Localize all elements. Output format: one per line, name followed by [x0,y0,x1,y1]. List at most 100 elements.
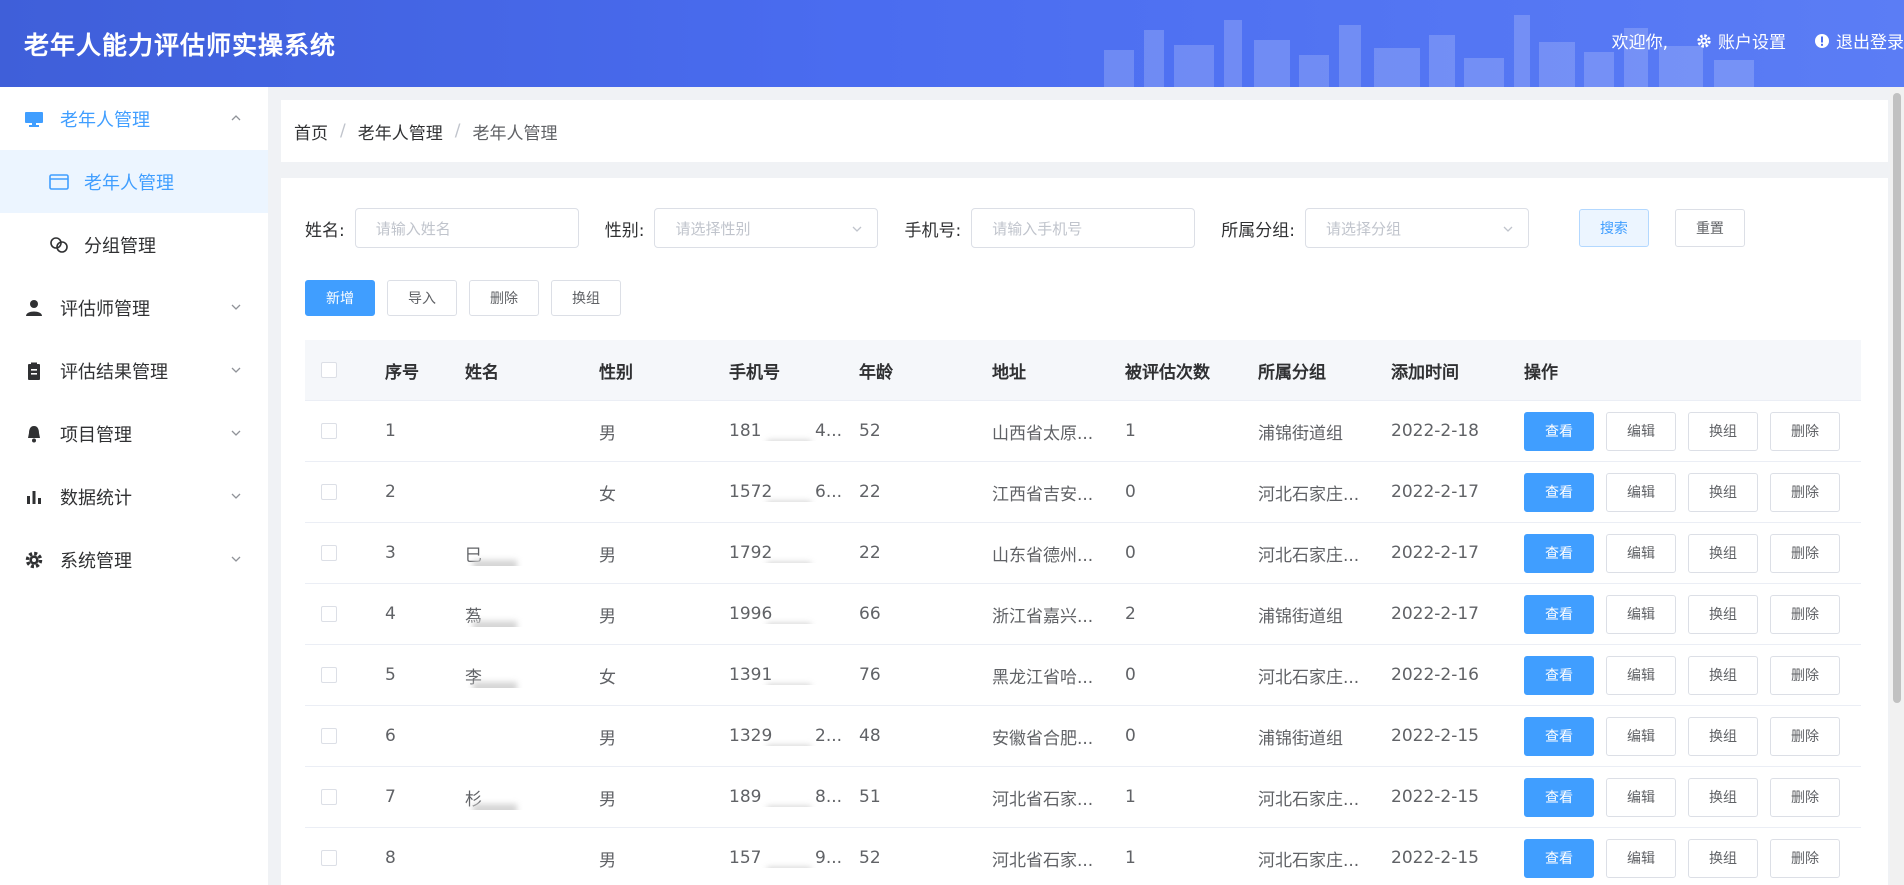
select-all-checkbox[interactable] [321,362,337,378]
row-phone-visible: 157 [729,848,762,868]
name-input[interactable]: 请输入姓名 [354,208,579,248]
gender-filter-label: 性别: [604,220,645,241]
chevron-down-icon [231,493,241,499]
row-added-date: 2022-2-17 [1391,543,1479,563]
edit-button[interactable]: 编辑 [1606,716,1676,756]
row-phone-tail: 2... [815,726,843,746]
regroup-button[interactable]: 换组 [1688,838,1758,878]
row-checkbox[interactable] [321,606,337,622]
sidebar-subitem-group-management[interactable]: 分组管理 [0,213,268,276]
row-group: 浦锦街道组 [1258,606,1343,627]
chevron-down-icon [853,226,862,232]
edit-button[interactable]: 编辑 [1606,777,1676,817]
phone-input[interactable]: 请输入手机号 [971,208,1196,248]
import-button[interactable]: 导入 [387,280,457,316]
regroup-button[interactable]: 换组 [1688,411,1758,451]
row-assessment-count: 0 [1125,543,1136,563]
regroup-button[interactable]: 换组 [1688,533,1758,573]
bell-icon [24,424,44,444]
row-address: 黑龙江省哈... [992,667,1094,688]
view-button[interactable]: 查看 [1524,594,1594,634]
view-button[interactable]: 查看 [1524,411,1594,451]
regroup-button[interactable]: 换组 [1688,472,1758,512]
breadcrumb-item[interactable]: 老年人管理 [358,119,443,144]
row-added-date: 2022-2-16 [1391,665,1479,685]
delete-button[interactable]: 删除 [1770,716,1840,756]
row-gender: 女 [599,667,616,688]
search-button[interactable]: 搜索 [1578,209,1649,247]
delete-button[interactable]: 删除 [1770,777,1840,817]
delete-button[interactable]: 删除 [1770,838,1840,878]
regroup-button[interactable]: 换组 [1688,655,1758,695]
view-button[interactable]: 查看 [1524,472,1594,512]
scrollbar-thumb[interactable] [1893,93,1901,703]
add-button[interactable]: 新增 [305,280,375,316]
row-number: 1 [385,421,396,441]
edit-button[interactable]: 编辑 [1606,594,1676,634]
sidebar-subitem-elder-management[interactable]: 老年人管理 [0,150,268,213]
name-input-placeholder: 请输入姓名 [375,219,451,238]
row-phone-visible: 1391 [729,665,773,685]
sidebar-item-elder-management[interactable]: 老年人管理 [0,87,268,150]
reset-button[interactable]: 重置 [1674,209,1745,247]
row-checkbox[interactable] [321,484,337,500]
view-button[interactable]: 查看 [1524,777,1594,817]
logout-link[interactable]: 退出登录 [1814,28,1904,53]
redaction-blur [767,867,811,868]
view-button[interactable]: 查看 [1524,716,1594,756]
page-scrollbar[interactable] [1890,87,1904,885]
edit-button[interactable]: 编辑 [1606,533,1676,573]
sidebar-item-result-management[interactable]: 评估结果管理 [0,339,268,402]
row-age: 22 [859,543,881,563]
breadcrumb-home[interactable]: 首页 [294,119,328,144]
row-checkbox[interactable] [321,545,337,561]
row-select-cell [305,789,385,805]
account-settings-link[interactable]: 账户设置 [1696,28,1786,53]
sidebar-item-statistics[interactable]: 数据统计 [0,465,268,528]
edit-button[interactable]: 编辑 [1606,411,1676,451]
sidebar-item-system-management[interactable]: 系统管理 [0,528,268,591]
row-group: 河北石家庄... [1258,545,1360,566]
regroup-button[interactable]: 换组 [1688,777,1758,817]
view-button[interactable]: 查看 [1524,655,1594,695]
edit-button[interactable]: 编辑 [1606,655,1676,695]
row-checkbox[interactable] [321,789,337,805]
row-phone-tail: 6... [815,482,843,502]
row-checkbox[interactable] [321,423,337,439]
view-button[interactable]: 查看 [1524,838,1594,878]
row-gender: 男 [599,789,616,810]
bulk-delete-button[interactable]: 删除 [469,280,539,316]
bulk-regroup-button[interactable]: 换组 [551,280,621,316]
regroup-button[interactable]: 换组 [1688,716,1758,756]
delete-button[interactable]: 删除 [1770,533,1840,573]
row-phone-visible: 1329 [729,726,773,746]
row-select-cell [305,850,385,866]
column-header: 性别 [599,362,633,383]
view-button[interactable]: 查看 [1524,533,1594,573]
delete-button[interactable]: 删除 [1770,594,1840,634]
row-group: 浦锦街道组 [1258,423,1343,444]
row-operations: 查看 编辑 换组 删除 [1524,533,1854,573]
sidebar-item-assessor-management[interactable]: 评估师管理 [0,276,268,339]
account-settings-label: 账户设置 [1718,33,1786,53]
delete-button[interactable]: 删除 [1770,411,1840,451]
phone-filter-label: 手机号: [904,220,962,241]
row-assessment-count: 0 [1125,482,1136,502]
group-select[interactable]: 请选择分组 [1304,208,1529,248]
select-all-cell [305,362,385,378]
row-checkbox[interactable] [321,667,337,683]
edit-button[interactable]: 编辑 [1606,838,1676,878]
regroup-button[interactable]: 换组 [1688,594,1758,634]
group-filter-label: 所属分组: [1221,220,1295,241]
delete-button[interactable]: 删除 [1770,472,1840,512]
row-select-cell [305,667,385,683]
row-number: 6 [385,726,396,746]
delete-button[interactable]: 删除 [1770,655,1840,695]
edit-button[interactable]: 编辑 [1606,472,1676,512]
row-checkbox[interactable] [321,850,337,866]
row-age: 76 [859,665,881,685]
redaction-blur [473,803,517,810]
sidebar-item-project-management[interactable]: 项目管理 [0,402,268,465]
gender-select[interactable]: 请选择性别 [654,208,879,248]
row-checkbox[interactable] [321,728,337,744]
